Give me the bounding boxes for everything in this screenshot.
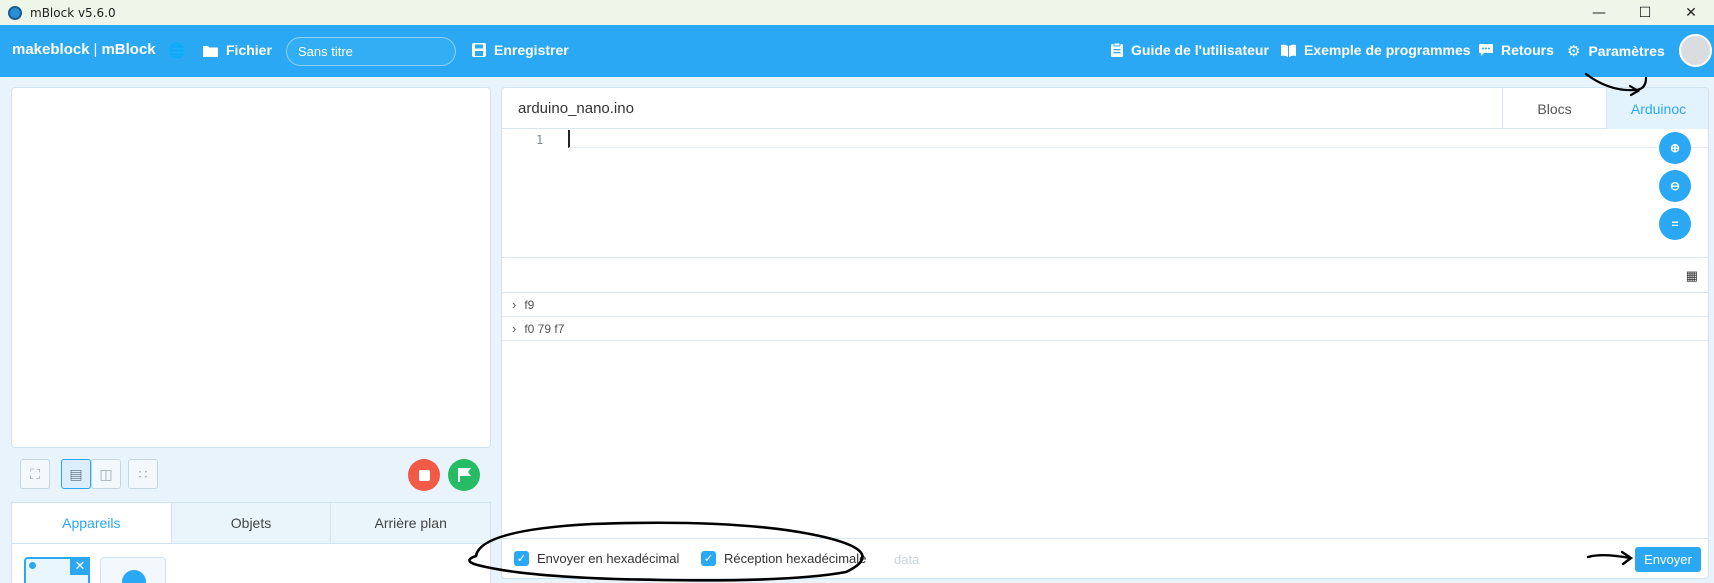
current-line[interactable]: [568, 130, 1708, 148]
tab-blocks[interactable]: Blocs: [1502, 88, 1606, 129]
tab-arduinoc[interactable]: Arduinoc: [1606, 88, 1708, 129]
chat-icon: [1479, 43, 1493, 56]
feedback-button[interactable]: Retours: [1479, 42, 1554, 58]
stage-layout-controls: ⛶: [20, 459, 50, 489]
log-row-text: f0 79 f7: [524, 321, 565, 336]
minimize-icon[interactable]: —: [1576, 0, 1622, 25]
folder-icon: [203, 45, 218, 57]
user-guide-button[interactable]: Guide de l'utilisateur: [1111, 42, 1269, 58]
logo-brand: makeblock: [12, 41, 90, 58]
large-stage-icon: ▤: [69, 465, 83, 482]
project-title-input[interactable]: [286, 37, 456, 66]
gear-icon: ⚙: [1567, 43, 1581, 60]
app-header: makeblock|mBlock 🌐 Fichier Enregistrer G…: [0, 25, 1714, 77]
view-tabs: Blocs Arduinoc: [1502, 88, 1708, 129]
add-device-card[interactable]: [100, 557, 166, 583]
code-filename: arduino_nano.ino: [518, 100, 634, 117]
stage-size-toggle: ▤ ◫: [61, 459, 121, 489]
close-icon[interactable]: ✕: [1668, 0, 1714, 25]
send-hex-label: Envoyer en hexadécimal: [537, 551, 680, 566]
checkbox-checked-icon: ✓: [514, 551, 529, 566]
receive-hex-checkbox[interactable]: ✓ Réception hexadécimale: [701, 551, 866, 566]
grid-view-control: ∷: [128, 459, 158, 489]
device-card-arduino-nano[interactable]: ✕: [24, 557, 90, 583]
log-row[interactable]: › f0 79 f7: [502, 317, 1708, 341]
chevron-right-icon: ›: [512, 297, 517, 312]
save-button[interactable]: Enregistrer: [472, 42, 569, 58]
tab-background[interactable]: Arrière plan: [330, 503, 491, 543]
chevron-right-icon: ›: [512, 321, 517, 336]
left-tab-bar: Appareils Objets Arrière plan: [12, 503, 491, 544]
makeblock-logo: makeblock | mBlock: [12, 41, 156, 58]
small-stage-button[interactable]: ◫: [91, 459, 121, 489]
feedback-label: Retours: [1501, 42, 1554, 58]
checkbox-checked-icon: ✓: [701, 551, 716, 566]
zoom-reset-button[interactable]: =: [1659, 208, 1691, 240]
clipboard-icon: [1111, 43, 1123, 57]
zoom-out-button[interactable]: ⊖: [1659, 170, 1691, 202]
zoom-in-button[interactable]: ⊕: [1659, 132, 1691, 164]
maximize-icon[interactable]: ☐: [1622, 0, 1668, 25]
grid-icon: ∷: [138, 465, 148, 482]
file-menu-button[interactable]: Fichier: [203, 42, 272, 58]
device-status-dot: [29, 562, 36, 569]
line-number: 1: [536, 133, 544, 147]
grid-view-button[interactable]: ∷: [128, 459, 158, 489]
serial-input-placeholder[interactable]: data: [894, 552, 919, 567]
file-menu-label: Fichier: [226, 42, 272, 58]
example-programs-button[interactable]: Exemple de programmes: [1281, 42, 1471, 58]
large-stage-button[interactable]: ▤: [61, 459, 91, 489]
stop-icon: [418, 469, 430, 481]
settings-button[interactable]: ⚙ Paramètres: [1567, 42, 1665, 60]
flag-icon: [457, 468, 471, 482]
logo-separator: |: [93, 41, 98, 58]
save-icon: [472, 43, 486, 57]
zoom-out-icon: ⊖: [1669, 179, 1681, 193]
serial-footer: ✓ Envoyer en hexadécimal ✓ Réception hex…: [502, 538, 1708, 578]
settings-label: Paramètres: [1588, 43, 1665, 59]
left-tabs-panel: Appareils Objets Arrière plan ✕: [11, 502, 491, 583]
zoom-in-icon: ⊕: [1669, 141, 1681, 155]
green-flag-button[interactable]: [448, 459, 480, 491]
serial-monitor-toolbar: ▦: [502, 258, 1708, 293]
logo-product: mBlock: [101, 41, 156, 58]
user-guide-label: Guide de l'utilisateur: [1131, 42, 1269, 58]
save-label: Enregistrer: [494, 42, 569, 58]
tab-sprites[interactable]: Objets: [170, 503, 331, 543]
log-row-text: f9: [524, 297, 535, 312]
mblock-app-icon: [8, 5, 22, 20]
tab-devices[interactable]: Appareils: [12, 503, 171, 543]
add-icon: [122, 570, 146, 583]
stop-button[interactable]: [408, 459, 440, 491]
zoom-reset-icon: =: [1671, 217, 1679, 231]
window-controls: — ☐ ✕: [1576, 0, 1714, 25]
stage-canvas[interactable]: [11, 87, 491, 448]
language-button[interactable]: 🌐: [168, 42, 185, 59]
user-avatar[interactable]: [1679, 34, 1712, 67]
window-titlebar: mBlock v5.6.0 — ☐ ✕: [0, 0, 1714, 25]
code-editor[interactable]: 1 ⊕ ⊖ =: [502, 129, 1708, 258]
fullscreen-button[interactable]: ⛶: [20, 459, 50, 489]
globe-icon: 🌐: [168, 42, 186, 58]
send-hex-checkbox[interactable]: ✓ Envoyer en hexadécimal: [514, 551, 679, 566]
code-panel-header: arduino_nano.ino Blocs Arduinoc: [502, 88, 1708, 129]
code-panel: arduino_nano.ino Blocs Arduinoc 1 ⊕ ⊖ = …: [501, 87, 1709, 579]
example-programs-label: Exemple de programmes: [1304, 42, 1471, 58]
window-title: mBlock v5.6.0: [30, 5, 116, 20]
send-button[interactable]: Envoyer: [1635, 547, 1701, 572]
small-stage-icon: ◫: [99, 465, 113, 482]
remove-device-icon[interactable]: ✕: [70, 557, 90, 575]
book-icon: [1281, 44, 1296, 57]
log-row[interactable]: › f9: [502, 293, 1708, 317]
clear-log-icon[interactable]: ▦: [1686, 268, 1698, 284]
fullscreen-icon: ⛶: [30, 465, 40, 482]
receive-hex-label: Réception hexadécimale: [724, 551, 867, 566]
